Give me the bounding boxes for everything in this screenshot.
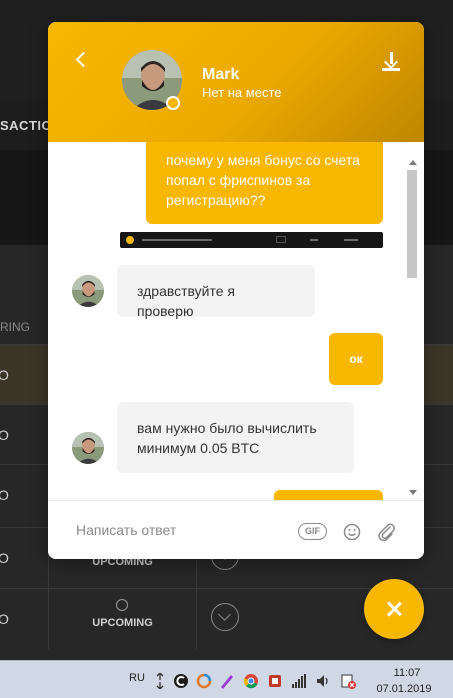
message-outgoing: ок [329, 333, 383, 385]
app-c-icon[interactable] [173, 673, 189, 689]
message-list[interactable]: почему у меня бонус со счета попал с фри… [48, 142, 424, 500]
emoji-icon[interactable] [343, 523, 361, 541]
away-status-dot [166, 96, 180, 110]
chevron-down-icon[interactable] [211, 603, 239, 631]
volume-icon[interactable] [315, 673, 331, 689]
table-cell: O [0, 550, 9, 566]
language-indicator[interactable]: RU [129, 672, 145, 684]
clock-date[interactable]: 07.01.2019 [372, 683, 436, 695]
status-label: UPCOMING [92, 617, 153, 629]
network-signal-icon[interactable] [291, 673, 307, 689]
table-cell: O [0, 611, 9, 627]
close-chat-button[interactable] [364, 579, 424, 639]
table-cell: O [0, 367, 9, 383]
paperclip-icon[interactable] [376, 521, 396, 543]
message-outgoing [274, 490, 383, 500]
download-icon [382, 68, 400, 71]
back-button[interactable] [72, 50, 92, 70]
scroll-up-icon[interactable] [409, 160, 417, 165]
message-outgoing: почему у меня бонус со счета попал с фри… [146, 142, 383, 224]
chat-widget: Mark Нет на месте почему у меня бонус со… [48, 22, 424, 559]
taskbar: RU 11:07 07.01.2019 [0, 660, 453, 698]
colorful-circle-icon[interactable] [196, 673, 212, 689]
background-tab-label[interactable]: SACTIO [0, 118, 52, 133]
chrome-icon[interactable] [243, 673, 259, 689]
tray-arrows-icon[interactable] [152, 673, 168, 689]
message-image-attachment[interactable] [120, 232, 383, 248]
gif-button[interactable]: GIF [298, 523, 327, 540]
scroll-down-icon[interactable] [409, 490, 417, 495]
table-cell: O [0, 427, 9, 443]
agent-avatar-small [72, 275, 104, 307]
message-scrollbar[interactable] [407, 160, 417, 498]
message-incoming: вам нужно было вычислить минимум 0.05 BT… [117, 402, 354, 473]
clock-time[interactable]: 11:07 [382, 667, 432, 679]
download-button[interactable] [381, 50, 401, 72]
security-app-icon[interactable] [267, 673, 283, 689]
message-composer: GIF [48, 500, 424, 559]
chat-header: Mark Нет на месте [48, 22, 424, 142]
scroll-thumb[interactable] [407, 170, 417, 278]
reply-input[interactable] [76, 520, 276, 540]
clock-icon [116, 599, 128, 611]
message-incoming: здравствуйте я проверю [117, 265, 315, 319]
agent-name: Mark [202, 66, 240, 83]
table-cell: O [0, 487, 9, 503]
pen-icon[interactable] [219, 673, 235, 689]
agent-avatar-small [72, 432, 104, 464]
background-column-header: RING [0, 320, 30, 334]
agent-status: Нет на месте [202, 85, 282, 100]
action-center-icon[interactable] [340, 673, 356, 689]
